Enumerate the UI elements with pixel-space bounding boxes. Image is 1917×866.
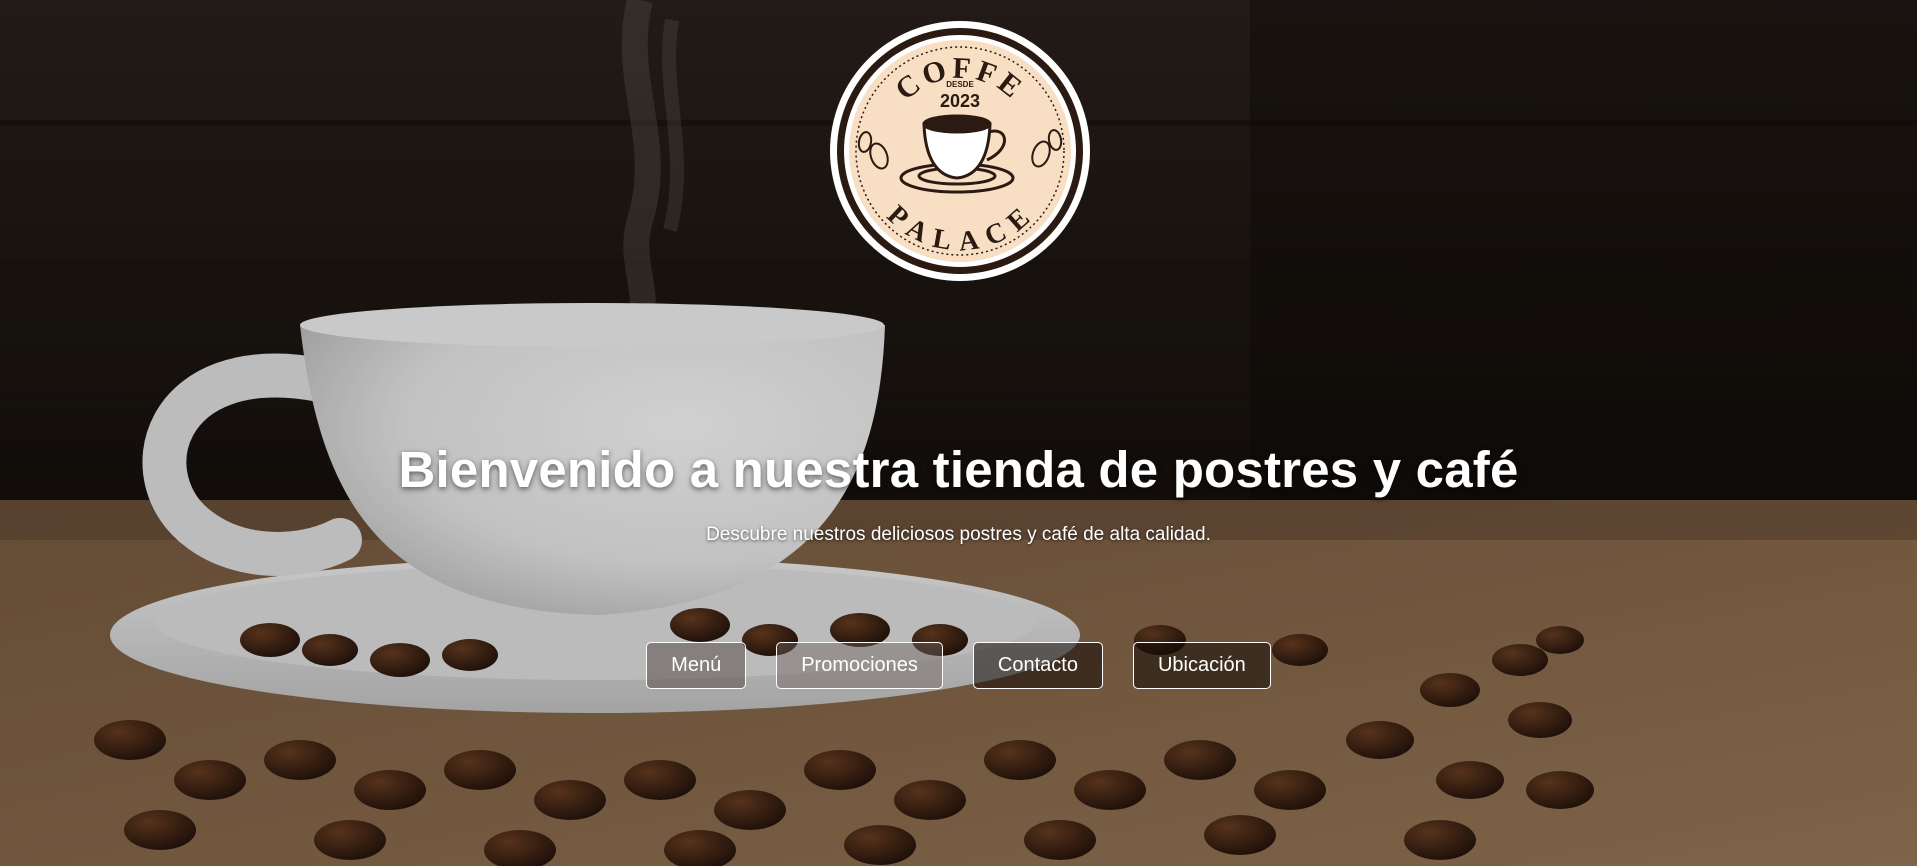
nav-promociones-button[interactable]: Promociones: [776, 642, 943, 689]
nav-ubicacion-button[interactable]: Ubicación: [1132, 642, 1271, 689]
coffe-palace-logo: COFFE DESDE 2023 PALACE: [830, 21, 1090, 281]
logo-year: 2023: [940, 91, 980, 111]
main-nav: Menú Promociones Contacto Ubicación: [0, 642, 1917, 689]
nav-contacto-button[interactable]: Contacto: [972, 642, 1103, 689]
hero-subtitle: Descubre nuestros deliciosos postres y c…: [706, 524, 1211, 545]
hero-section: COFFE DESDE 2023 PALACE Bienvenido a nue…: [0, 0, 1917, 866]
logo-since-label: DESDE: [946, 80, 974, 89]
nav-menu-button[interactable]: Menú: [646, 642, 747, 689]
hero-title: Bienvenido a nuestra tienda de postres y…: [398, 441, 1519, 498]
